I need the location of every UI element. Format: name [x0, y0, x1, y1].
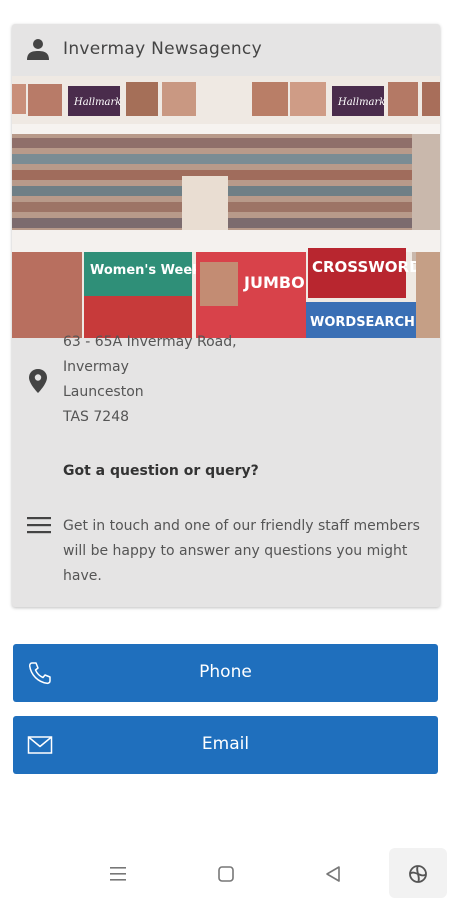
contact-description: Get in touch and one of our friendly sta…: [63, 518, 420, 584]
svg-text:Hallmark: Hallmark: [73, 97, 121, 108]
card-header: Invermay Newsagency: [12, 24, 440, 76]
menu-icon: [27, 517, 51, 534]
nav-recents-icon[interactable]: [106, 862, 130, 886]
nav-extra-button[interactable]: [389, 848, 447, 898]
address-line: Invermay: [63, 359, 129, 375]
address-line: Launceston: [63, 384, 144, 400]
svg-text:CROSSWORDS: CROSSWORDS: [312, 258, 432, 276]
svg-text:JUMBO: JUMBO: [243, 273, 305, 292]
nav-back-icon[interactable]: [321, 862, 345, 886]
system-nav-bar: [0, 848, 450, 900]
email-button-label: Email: [201, 734, 250, 754]
address-line: TAS 7248: [63, 409, 130, 425]
address-line: 63 - 65A Invermay Road,: [63, 334, 237, 350]
svg-text:Hallmark: Hallmark: [337, 97, 385, 108]
person-icon: [27, 39, 49, 60]
phone-button[interactable]: Phone: [13, 644, 438, 702]
store-address: 63 - 65A Invermay Road, Invermay Launces…: [63, 330, 237, 430]
email-button[interactable]: Email: [13, 716, 438, 774]
phone-button-label: Phone: [199, 662, 252, 682]
store-card: Invermay Newsagency Hallmark Hallmark Wo…: [12, 24, 440, 607]
svg-text:Women's Weekly: Women's Weekly: [90, 263, 214, 278]
card-title: Invermay Newsagency: [63, 39, 262, 59]
question-heading: Got a question or query?: [63, 463, 259, 479]
map-pin-icon: [29, 369, 47, 393]
nav-extra-icon: [409, 865, 427, 883]
nav-home-icon[interactable]: [214, 862, 238, 886]
svg-text:WORDSEARCHES: WORDSEARCHES: [310, 315, 433, 330]
store-photo: Hallmark Hallmark Women's Weekly JUMBO C…: [12, 76, 440, 338]
